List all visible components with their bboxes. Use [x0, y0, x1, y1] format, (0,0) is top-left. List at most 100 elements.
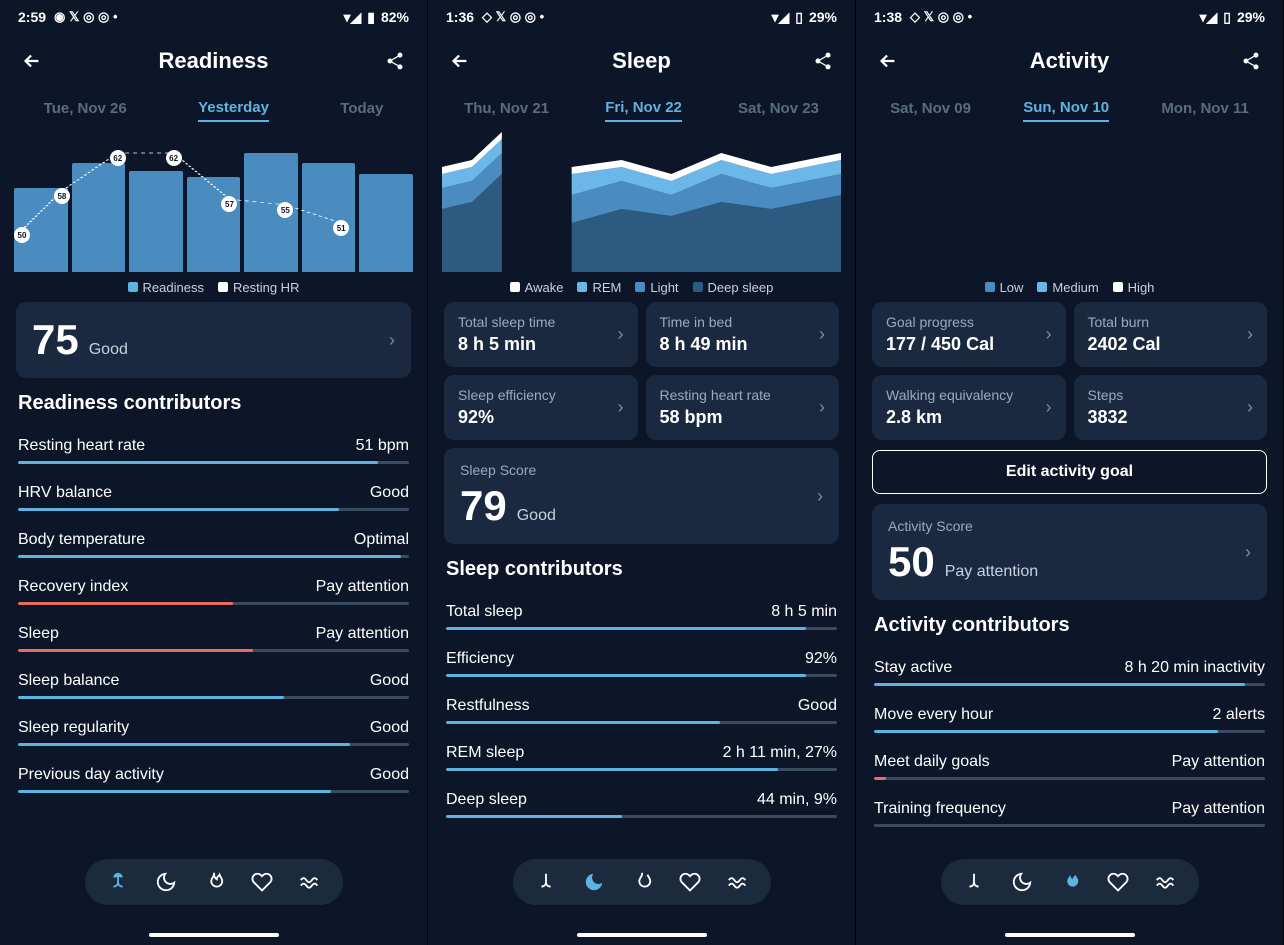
back-icon[interactable]	[874, 47, 902, 75]
metric-card[interactable]: Resting heart rate 58 bpm ›	[646, 375, 840, 440]
date-tab[interactable]: Sat, Nov 23	[738, 100, 819, 121]
contributors-title: Activity contributors	[874, 614, 1267, 637]
moon-icon[interactable]	[1009, 869, 1035, 895]
sleep-score-card[interactable]: Sleep Score 79 Good ›	[444, 448, 839, 544]
leaf-icon[interactable]	[533, 869, 559, 895]
date-tabs: Tue, Nov 26 Yesterday Today	[0, 88, 427, 132]
contributor-row[interactable]: REM sleep 2 h 11 min, 27%	[444, 734, 839, 781]
moon-icon[interactable]	[581, 869, 607, 895]
score-label: Good	[517, 507, 556, 525]
contributor-name: Sleep	[18, 625, 59, 643]
share-icon[interactable]	[381, 47, 409, 75]
heart-icon[interactable]	[677, 869, 703, 895]
status-time: 1:36	[446, 9, 474, 25]
metric-card[interactable]: Goal progress 177 / 450 Cal ›	[872, 302, 1066, 367]
share-icon[interactable]	[1237, 47, 1265, 75]
contributor-row[interactable]: Restfulness Good	[444, 687, 839, 734]
metric-label: Steps	[1088, 387, 1128, 403]
progress-bar	[18, 790, 409, 793]
metric-card[interactable]: Time in bed 8 h 49 min ›	[646, 302, 840, 367]
sleep-panel: 1:36 ◇ 𝕏 ◎ ◎ • ▾◢ ▯ 29% Sleep Thu, Nov 2…	[428, 0, 856, 945]
edit-activity-goal-button[interactable]: Edit activity goal	[872, 450, 1267, 494]
contributor-name: Previous day activity	[18, 766, 164, 784]
moon-icon[interactable]	[153, 869, 179, 895]
home-indicator[interactable]	[149, 933, 279, 937]
contributor-name: Total sleep	[446, 603, 523, 621]
contributor-row[interactable]: Deep sleep 44 min, 9%	[444, 781, 839, 828]
contributor-row[interactable]: Meet daily goals Pay attention	[872, 743, 1267, 790]
metric-card[interactable]: Total burn 2402 Cal ›	[1074, 302, 1268, 367]
progress-bar	[446, 768, 837, 771]
contributors-title: Readiness contributors	[18, 392, 411, 415]
progress-bar	[446, 721, 837, 724]
contributor-row[interactable]: Previous day activity Good	[16, 756, 411, 803]
status-time: 2:59	[18, 9, 46, 25]
wave-icon[interactable]	[1153, 869, 1179, 895]
contributor-row[interactable]: Total sleep 8 h 5 min	[444, 593, 839, 640]
heart-icon[interactable]	[249, 869, 275, 895]
date-tab[interactable]: Mon, Nov 11	[1161, 100, 1249, 121]
contributor-row[interactable]: Stay active 8 h 20 min inactivity	[872, 649, 1267, 696]
share-icon[interactable]	[809, 47, 837, 75]
wave-icon[interactable]	[725, 869, 751, 895]
metric-card[interactable]: Steps 3832 ›	[1074, 375, 1268, 440]
activity-panel: 1:38 ◇ 𝕏 ◎ ◎ • ▾◢ ▯ 29% Activity Sat, No…	[856, 0, 1284, 945]
score-title: Sleep Score	[460, 462, 556, 478]
contributor-value: Good	[798, 697, 837, 715]
wifi-icon: ▾◢	[1199, 9, 1217, 26]
contributor-row[interactable]: Move every hour 2 alerts	[872, 696, 1267, 743]
fire-icon[interactable]	[1057, 869, 1083, 895]
contributor-row[interactable]: Recovery index Pay attention	[16, 568, 411, 615]
date-tab-active[interactable]: Sun, Nov 10	[1023, 99, 1109, 122]
metric-card[interactable]: Total sleep time 8 h 5 min ›	[444, 302, 638, 367]
contributors-title: Sleep contributors	[446, 558, 839, 581]
fire-icon[interactable]	[201, 869, 227, 895]
date-tab[interactable]: Today	[340, 100, 383, 121]
contributor-name: Move every hour	[874, 706, 993, 724]
metric-card[interactable]: Sleep efficiency 92% ›	[444, 375, 638, 440]
contributor-row[interactable]: Sleep balance Good	[16, 662, 411, 709]
bottom-nav	[941, 859, 1199, 905]
contributor-row[interactable]: Resting heart rate 51 bpm	[16, 427, 411, 474]
contributor-name: Meet daily goals	[874, 753, 990, 771]
fire-icon[interactable]	[629, 869, 655, 895]
contributor-name: Stay active	[874, 659, 952, 677]
leaf-icon[interactable]	[105, 869, 131, 895]
leaf-icon[interactable]	[961, 869, 987, 895]
progress-bar	[874, 683, 1265, 686]
contributor-row[interactable]: Efficiency 92%	[444, 640, 839, 687]
app-bar: Sleep	[428, 34, 855, 88]
date-tab[interactable]: Thu, Nov 21	[464, 100, 549, 121]
sleep-chart[interactable]	[442, 132, 841, 272]
contributor-row[interactable]: Body temperature Optimal	[16, 521, 411, 568]
back-icon[interactable]	[18, 47, 46, 75]
date-tabs: Thu, Nov 21 Fri, Nov 22 Sat, Nov 23	[428, 88, 855, 132]
progress-bar	[18, 555, 409, 558]
progress-bar	[446, 815, 837, 818]
contributor-name: Deep sleep	[446, 791, 527, 809]
metric-card[interactable]: Walking equivalency 2.8 km ›	[872, 375, 1066, 440]
home-indicator[interactable]	[1005, 933, 1135, 937]
contributor-row[interactable]: HRV balance Good	[16, 474, 411, 521]
date-tab[interactable]: Tue, Nov 26	[44, 100, 127, 121]
date-tab-active[interactable]: Yesterday	[198, 99, 269, 122]
metric-label: Total burn	[1088, 314, 1161, 330]
status-bar: 2:59 ◉ 𝕏 ◎ ◎ • ▾◢ ▮ 82%	[0, 0, 427, 34]
date-tab[interactable]: Sat, Nov 09	[890, 100, 971, 121]
status-app-icons: ◇ 𝕏 ◎ ◎ •	[910, 9, 972, 25]
contributor-row[interactable]: Sleep regularity Good	[16, 709, 411, 756]
activity-chart[interactable]	[870, 132, 1269, 272]
readiness-chart[interactable]: 50 58 62 62 57 55 51	[14, 132, 413, 272]
readiness-score-card[interactable]: 75 Good ›	[16, 302, 411, 378]
back-icon[interactable]	[446, 47, 474, 75]
chevron-right-icon: ›	[1247, 324, 1253, 345]
date-tab-active[interactable]: Fri, Nov 22	[605, 99, 682, 122]
home-indicator[interactable]	[577, 933, 707, 937]
contributor-row[interactable]: Training frequency Pay attention	[872, 790, 1267, 837]
contributor-value: 8 h 20 min inactivity	[1124, 659, 1265, 677]
contributor-value: Good	[370, 484, 409, 502]
wave-icon[interactable]	[297, 869, 323, 895]
activity-score-card[interactable]: Activity Score 50 Pay attention ›	[872, 504, 1267, 600]
contributor-row[interactable]: Sleep Pay attention	[16, 615, 411, 662]
heart-icon[interactable]	[1105, 869, 1131, 895]
